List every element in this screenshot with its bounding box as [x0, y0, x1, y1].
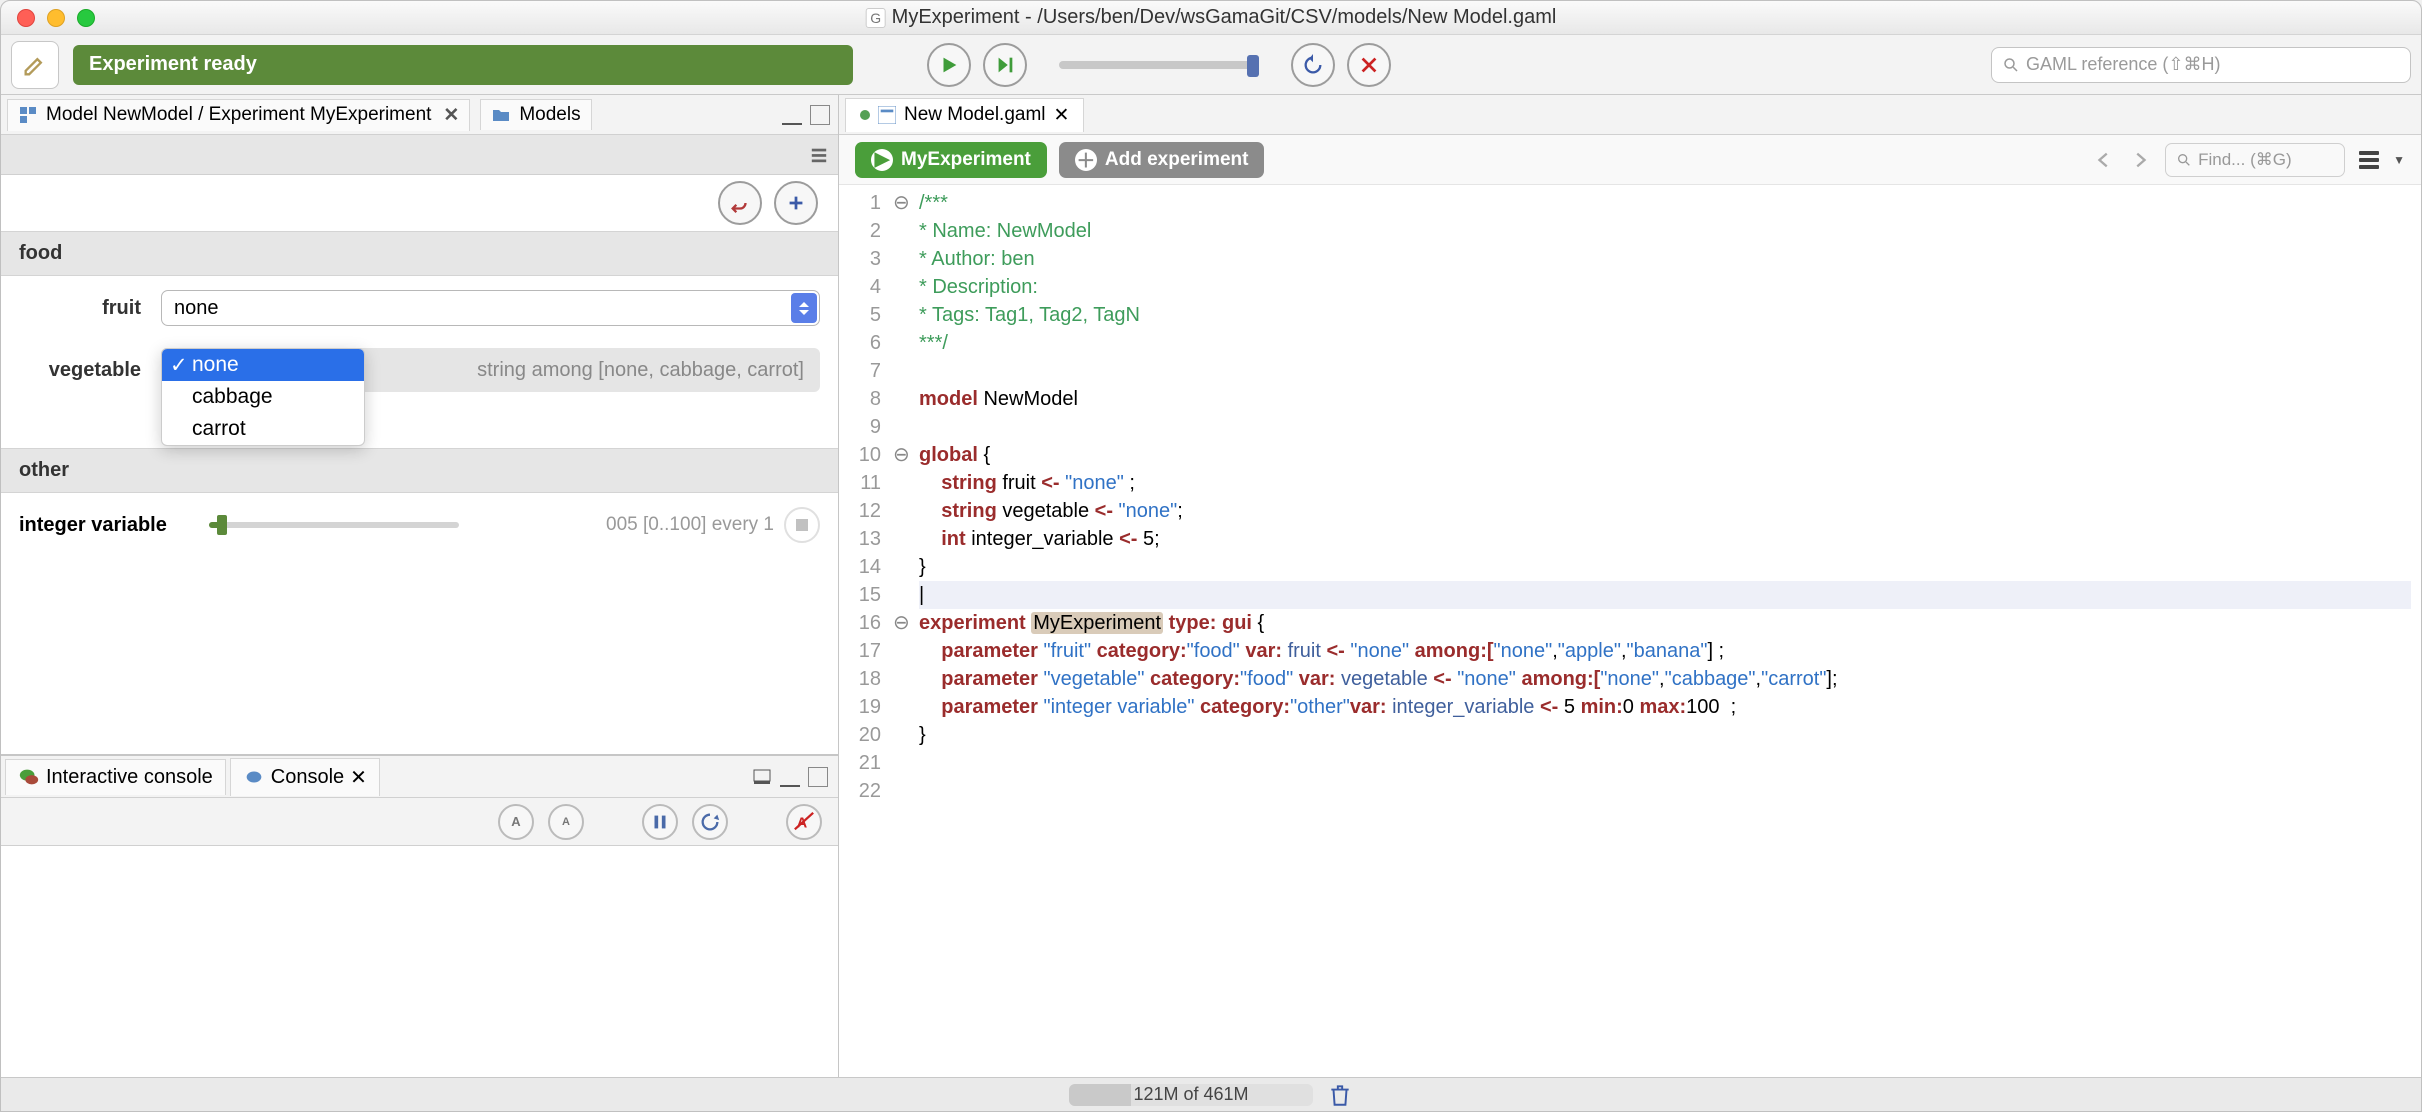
app-icon: G: [866, 8, 886, 28]
progress-slider[interactable]: [1059, 61, 1259, 69]
edit-button[interactable]: [11, 41, 59, 89]
interactive-console-label: Interactive console: [46, 766, 213, 789]
window-title: MyExperiment - /Users/ben/Dev/wsGamaGit/…: [892, 6, 1557, 29]
maximize-icon[interactable]: [808, 767, 828, 787]
category-food[interactable]: food: [1, 231, 838, 276]
experiment-view-tab[interactable]: Model NewModel / Experiment MyExperiment…: [7, 99, 470, 131]
refresh-log-button[interactable]: [692, 804, 728, 840]
minimize-window-button[interactable]: [47, 9, 65, 27]
zoom-window-button[interactable]: [77, 9, 95, 27]
category-other[interactable]: other: [1, 448, 838, 493]
add-experiment-button[interactable]: ＋ Add experiment: [1059, 142, 1265, 178]
gutter: 1 2 3 4 5 6 7 8 9 10 11 12 13 14 15 16 1…: [839, 185, 893, 1077]
find-input[interactable]: Find... (⌘G): [2165, 143, 2345, 177]
reload-button[interactable]: [1291, 43, 1335, 87]
chevron-down-icon[interactable]: ▼: [2393, 153, 2405, 167]
add-parameter-button[interactable]: [774, 181, 818, 225]
experiment-status: Experiment ready: [73, 45, 853, 85]
slider-handle-icon[interactable]: [217, 515, 227, 535]
experiment-tab-label: Model NewModel / Experiment MyExperiment: [46, 104, 431, 126]
slider-thumb[interactable]: [1247, 55, 1259, 77]
find-placeholder: Find... (⌘G): [2198, 150, 2292, 170]
param-fruit: fruit none: [1, 276, 838, 340]
folder-icon: [491, 105, 511, 125]
gaml-file-icon: [878, 106, 896, 124]
play-button[interactable]: [927, 43, 971, 87]
intvar-label: integer variable: [19, 514, 199, 537]
statusbar: 121M of 461M: [1, 1077, 2421, 1111]
vegetable-hint: string among [none, cabbage, carrot]: [477, 359, 804, 382]
console-tab[interactable]: Console ✕: [230, 758, 380, 796]
clear-log-button[interactable]: A: [786, 804, 822, 840]
minimize-icon[interactable]: [782, 115, 802, 125]
nav-forward-icon[interactable]: [2129, 149, 2151, 171]
intvar-slider[interactable]: [209, 522, 459, 528]
revert-button[interactable]: [718, 181, 762, 225]
close-window-button[interactable]: [17, 9, 35, 27]
search-input[interactable]: GAML reference (⇧⌘H): [1991, 47, 2411, 83]
font-increase-button[interactable]: A: [498, 804, 534, 840]
intvar-value: 005 [0..100] every 1: [606, 514, 774, 536]
options-icon[interactable]: [2359, 151, 2379, 169]
editor-tab[interactable]: New Model.gaml ✕: [845, 98, 1084, 132]
memory-text: 121M of 461M: [1133, 1084, 1248, 1105]
vegetable-dropdown: none cabbage carrot: [161, 348, 365, 446]
play-icon: ▶: [871, 149, 893, 171]
vegetable-label: vegetable: [19, 359, 149, 382]
models-view-tab[interactable]: Models: [480, 99, 591, 130]
dirty-indicator-icon: [860, 110, 870, 120]
console-output: [1, 846, 838, 1077]
search-icon: [2176, 152, 2192, 168]
search-placeholder: GAML reference (⇧⌘H): [2026, 54, 2220, 75]
interactive-console-tab[interactable]: Interactive console: [5, 759, 226, 795]
close-icon[interactable]: ✕: [350, 765, 367, 790]
minimize-icon[interactable]: [752, 767, 772, 787]
console-label: Console: [271, 766, 344, 789]
plus-icon: ＋: [1075, 149, 1097, 171]
minimize-icon-2[interactable]: [780, 777, 800, 787]
experiment-icon: [18, 105, 38, 125]
close-icon[interactable]: ✕: [1054, 104, 1070, 127]
titlebar: G MyExperiment - /Users/ben/Dev/wsGamaGi…: [1, 1, 2421, 35]
dropdown-option-none[interactable]: none: [162, 349, 364, 381]
run-experiment-button[interactable]: ▶ MyExperiment: [855, 142, 1047, 178]
step-button[interactable]: [983, 43, 1027, 87]
search-icon: [2002, 56, 2020, 74]
fruit-value: none: [174, 297, 219, 320]
param-vegetable: vegetable string among [none, cabbage, c…: [1, 340, 838, 406]
pause-log-button[interactable]: [642, 804, 678, 840]
code-editor[interactable]: 1 2 3 4 5 6 7 8 9 10 11 12 13 14 15 16 1…: [839, 185, 2421, 1077]
memory-indicator[interactable]: 121M of 461M: [1069, 1084, 1313, 1106]
models-tab-label: Models: [519, 104, 580, 126]
chevron-updown-icon[interactable]: [791, 293, 817, 323]
fold-column[interactable]: ⊖ ⊖ ⊖: [893, 185, 909, 1077]
close-icon[interactable]: ✕: [443, 104, 459, 127]
chat-icon: [18, 766, 40, 788]
intvar-stop-button[interactable]: [784, 507, 820, 543]
dropdown-option-carrot[interactable]: carrot: [162, 413, 364, 445]
trash-icon[interactable]: [1327, 1082, 1353, 1108]
stop-button[interactable]: [1347, 43, 1391, 87]
nav-back-icon[interactable]: [2093, 149, 2115, 171]
chat-icon: [243, 766, 265, 788]
code-content[interactable]: /*** * Name: NewModel * Author: ben * De…: [909, 185, 2421, 1077]
editor-tab-label: New Model.gaml: [904, 104, 1046, 126]
fruit-label: fruit: [19, 297, 149, 320]
param-integer-variable: integer variable 005 [0..100] every 1: [1, 493, 838, 557]
maximize-icon[interactable]: [810, 105, 830, 125]
font-decrease-button[interactable]: A: [548, 804, 584, 840]
main-toolbar: Experiment ready GAML reference (⇧⌘H): [1, 35, 2421, 95]
view-menu-icon[interactable]: [810, 146, 828, 164]
fruit-combobox[interactable]: none: [161, 290, 820, 326]
dropdown-option-cabbage[interactable]: cabbage: [162, 381, 364, 413]
